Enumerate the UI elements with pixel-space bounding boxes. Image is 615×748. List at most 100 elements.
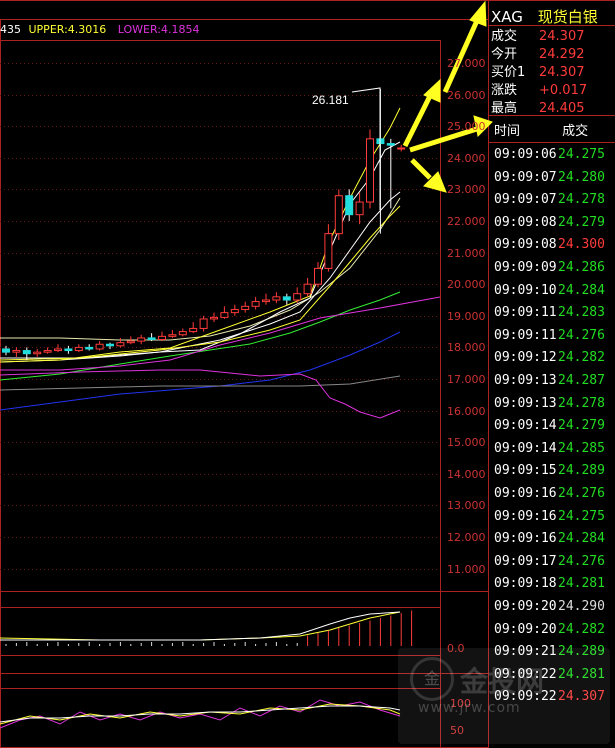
tick-row: 09:09:0824.300 (494, 234, 605, 256)
tick-row: 09:09:1024.284 (494, 280, 605, 302)
tick-row: 09:09:1724.276 (494, 551, 605, 573)
price-axis-label: 23.000 (447, 183, 486, 197)
quote-value: 24.405 (539, 101, 585, 116)
candle-body (54, 348, 62, 352)
tick-price: 24.276 (558, 553, 605, 569)
watermark-url: www.jrw.com (418, 700, 521, 716)
candle-body (189, 327, 198, 333)
tick-row: 09:09:1124.283 (494, 302, 605, 324)
tick-row: 09:09:0724.280 (494, 167, 605, 189)
candle-body (22, 350, 31, 355)
quote-value: 24.292 (539, 47, 585, 62)
tick-header-price: 成交 (562, 124, 589, 139)
tick-time: 09:09:11 (494, 305, 557, 321)
tick-price: 24.286 (558, 260, 605, 275)
tick-price: 24.276 (558, 486, 605, 501)
tick-price: 24.290 (558, 599, 605, 614)
tick-price: 24.282 (558, 350, 605, 366)
tick-time: 09:09:16 (494, 531, 557, 547)
candle-body (324, 233, 333, 269)
instrument-name: 现货白银 (537, 8, 598, 26)
candle-body (12, 350, 21, 353)
candle-body (386, 143, 395, 146)
tick-row: 09:09:1424.285 (494, 438, 605, 460)
quote-key: 涨跌 (491, 83, 518, 98)
candle-body (74, 346, 83, 352)
tick-time: 09:09:16 (494, 486, 557, 501)
tick-header-time: 时间 (494, 124, 521, 139)
quote-value: 24.307 (539, 65, 585, 80)
tick-row: 09:09:2024.290 (494, 596, 605, 618)
tick-time: 09:09:14 (494, 440, 557, 456)
price-axis-label: 16.000 (447, 404, 486, 418)
candle-body (2, 348, 10, 353)
price-axis-label: 27.000 (447, 57, 486, 70)
peak-value-label: 26.181 (312, 93, 349, 107)
quote-row: 成交 24.307 (491, 28, 585, 46)
tick-price: 24.281 (558, 576, 605, 592)
candle-body (230, 308, 239, 314)
tick-price: 24.285 (558, 440, 605, 456)
candle-body (126, 340, 135, 344)
symbol-label: XAG (491, 8, 523, 26)
tick-row: 09:09:1624.276 (494, 483, 605, 505)
quote-value: +0.017 (539, 83, 588, 98)
watermark-brand: 金投网 (460, 665, 545, 698)
candle-body (158, 335, 166, 340)
tick-row: 09:09:1424.279 (494, 415, 605, 437)
indicator-header: 435 UPPER:4.3016 LOWER:4.1854 (0, 23, 200, 36)
tick-row: 09:09:1824.281 (494, 573, 605, 595)
tick-row: 09:09:2024.282 (494, 619, 605, 641)
tick-time: 09:09:17 (494, 553, 557, 569)
price-axis-label: 26.000 (447, 88, 486, 102)
tick-row: 09:09:0724.278 (494, 189, 605, 211)
tick-header: 时间 成交 (494, 120, 614, 139)
indicator-prefix: 435 (0, 23, 21, 36)
quote-key: 买价1 (491, 65, 526, 80)
candle-body (178, 331, 187, 336)
lower-label: LOWER:4.1854 (117, 23, 200, 36)
price-axis-label: 18.000 (447, 341, 486, 355)
ma-white-fast (0, 141, 401, 363)
tick-time: 09:09:08 (494, 237, 557, 253)
candle-body (106, 343, 114, 347)
volume-ma-yellow (0, 611, 401, 641)
candle-body (314, 267, 322, 285)
candle-body (397, 147, 406, 150)
candle-body (366, 138, 374, 203)
tick-price: 24.280 (558, 169, 605, 185)
tick-time: 09:09:08 (494, 214, 557, 230)
candle-body (293, 293, 302, 301)
quote-title: XAG 现货白银 (491, 6, 598, 27)
tick-row: 09:09:1124.276 (494, 325, 605, 347)
tick-price: 24.300 (558, 237, 605, 253)
candle-body (137, 337, 146, 342)
price-axis-label: 13.000 (447, 499, 486, 513)
candle-body (43, 350, 52, 353)
tick-time: 09:09:20 (494, 599, 557, 614)
candle-body (33, 351, 42, 355)
tick-price: 24.283 (558, 305, 605, 321)
volume-panel (0, 610, 413, 646)
tick-time: 09:09:07 (494, 169, 557, 185)
tick-row: 09:09:0924.286 (494, 257, 605, 279)
candle-body (95, 343, 104, 350)
price-axis-label: 12.000 (447, 531, 486, 544)
price-axis-label: 25.000 (447, 120, 486, 134)
tick-time: 09:09:06 (494, 147, 557, 162)
price-axis-label: 19.000 (447, 309, 486, 323)
candle-body (272, 296, 281, 301)
candle-body (85, 346, 94, 350)
tick-price: 24.278 (558, 395, 605, 411)
candle-body (355, 201, 364, 216)
arrow-shaft-4 (410, 158, 432, 180)
candle-body (303, 283, 312, 295)
tick-price: 24.275 (558, 147, 605, 162)
tick-price: 24.279 (558, 418, 605, 434)
price-axis-label: 24.000 (447, 151, 486, 165)
arrow-shaft-2 (402, 90, 435, 148)
tick-row: 09:09:1624.284 (494, 528, 605, 550)
candle-body (64, 348, 73, 352)
tick-row: 09:09:1624.275 (494, 506, 605, 528)
tick-price: 24.287 (558, 373, 605, 388)
